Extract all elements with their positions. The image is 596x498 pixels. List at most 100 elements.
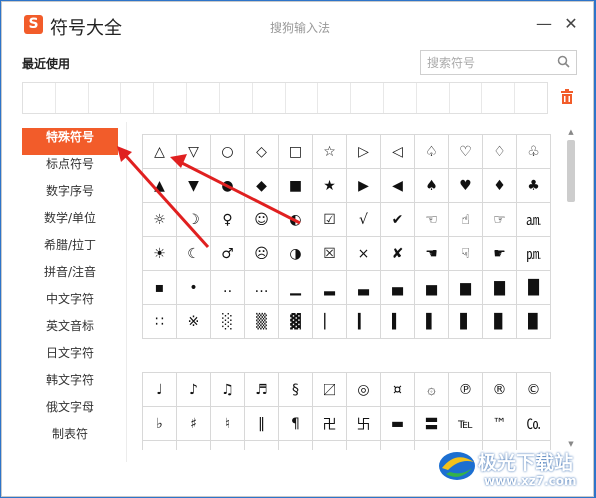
search-box[interactable] <box>420 50 577 75</box>
symbol-cell[interactable]: ♦ <box>483 169 517 203</box>
trash-icon[interactable] <box>560 89 574 104</box>
symbol-cell[interactable]: ♯ <box>177 407 211 441</box>
symbol-cell[interactable]: ○ <box>211 135 245 169</box>
symbol-cell[interactable]: ☜ <box>415 203 449 237</box>
symbol-cell[interactable]: ◇ <box>245 135 279 169</box>
symbol-cell[interactable]: ▪ <box>143 271 177 305</box>
symbol-cell[interactable]: ♂ <box>211 237 245 271</box>
symbol-cell[interactable]: ♀ <box>211 203 245 237</box>
recent-slot[interactable] <box>187 83 220 113</box>
recent-slot[interactable] <box>253 83 286 113</box>
recent-slot[interactable] <box>154 83 188 113</box>
symbol-cell[interactable]: ▄ <box>381 271 415 305</box>
symbol-cell[interactable]: ♡ <box>449 135 483 169</box>
symbol-cell[interactable]: ◀ <box>381 169 415 203</box>
category-item[interactable]: 标点符号 <box>22 155 118 182</box>
symbol-cell[interactable]: ℗ <box>449 373 483 407</box>
symbol-cell[interactable]: ◎ <box>347 373 381 407</box>
symbol-cell[interactable]: □ <box>279 135 313 169</box>
symbol-cell[interactable]: ☵ <box>313 441 347 450</box>
symbol-cell[interactable]: ※ <box>177 305 211 339</box>
scroll-up-icon[interactable]: ▲ <box>566 128 576 138</box>
symbol-cell[interactable]: ▉ <box>517 305 551 339</box>
symbol-cell[interactable]: ∷ <box>143 305 177 339</box>
category-item[interactable]: 特殊符号 <box>22 128 118 155</box>
symbol-cell[interactable]: ☰ <box>143 441 177 450</box>
minimize-button[interactable]: — <box>536 16 552 32</box>
symbol-cell[interactable]: ☟ <box>449 237 483 271</box>
symbol-cell[interactable]: ✘ <box>381 237 415 271</box>
category-item[interactable]: 制表符 <box>22 425 118 452</box>
category-item[interactable]: 韩文字符 <box>22 371 118 398</box>
symbol-cell[interactable]: ◐ <box>279 203 313 237</box>
symbol-cell[interactable]: ★ <box>313 169 347 203</box>
symbol-cell[interactable]: ▒ <box>245 305 279 339</box>
symbol-cell[interactable]: ▼ <box>177 169 211 203</box>
category-item[interactable]: 日文字符 <box>22 344 118 371</box>
recent-slot[interactable] <box>351 83 384 113</box>
symbol-cell[interactable]: 〓 <box>415 407 449 441</box>
symbol-cell[interactable]: ㏘ <box>517 237 551 271</box>
symbol-cell[interactable]: ▃ <box>347 271 381 305</box>
close-button[interactable]: ✕ <box>563 16 579 32</box>
symbol-cell[interactable]: ✔ <box>381 203 415 237</box>
category-item[interactable]: 数学/单位 <box>22 209 118 236</box>
symbol-cell[interactable]: ☞ <box>483 203 517 237</box>
symbol-cell[interactable]: ▎ <box>347 305 381 339</box>
symbol-cell[interactable]: √ <box>347 203 381 237</box>
symbol-cell[interactable]: ☽ <box>177 203 211 237</box>
symbol-cell[interactable]: ♠ <box>415 169 449 203</box>
symbol-cell[interactable]: ☚ <box>415 237 449 271</box>
symbol-cell[interactable]: ▅ <box>415 271 449 305</box>
symbol-cell[interactable]: ▏ <box>313 305 347 339</box>
symbol-cell[interactable]: ☒ <box>313 237 347 271</box>
symbol-cell[interactable]: ® <box>483 373 517 407</box>
recent-slot[interactable] <box>121 83 155 113</box>
category-item[interactable]: 英文音标 <box>22 317 118 344</box>
category-item[interactable]: 拼音/注音 <box>22 263 118 290</box>
symbol-cell[interactable]: ♫ <box>211 373 245 407</box>
symbol-cell[interactable]: § <box>279 373 313 407</box>
symbol-cell[interactable]: ▷ <box>347 135 381 169</box>
symbol-cell[interactable]: × <box>347 237 381 271</box>
symbol-cell[interactable]: ♭ <box>143 407 177 441</box>
symbol-cell[interactable]: ◑ <box>279 237 313 271</box>
symbol-cell[interactable]: ▁ <box>279 271 313 305</box>
recent-slot[interactable] <box>89 83 122 113</box>
symbol-cell[interactable]: ▆ <box>449 271 483 305</box>
symbol-cell[interactable]: ☴ <box>279 441 313 450</box>
recent-slot[interactable] <box>384 83 417 113</box>
symbol-cell[interactable]: ♣ <box>517 169 551 203</box>
symbol-cell[interactable]: ☑ <box>313 203 347 237</box>
symbol-cell[interactable]: ▂ <box>313 271 347 305</box>
symbol-cell[interactable]: ▋ <box>449 305 483 339</box>
symbol-cell[interactable]: ♪ <box>177 373 211 407</box>
symbol-cell[interactable]: ░ <box>211 305 245 339</box>
symbol-cell[interactable]: ♢ <box>483 135 517 169</box>
search-input[interactable] <box>421 51 551 74</box>
symbol-cell[interactable]: ◁ <box>381 135 415 169</box>
recent-slot[interactable] <box>515 83 547 113</box>
symbol-cell[interactable]: ▬ <box>381 407 415 441</box>
symbol-cell[interactable]: ▊ <box>483 305 517 339</box>
category-item[interactable]: 中文字符 <box>22 290 118 317</box>
symbol-cell[interactable]: ▲ <box>143 169 177 203</box>
symbol-cell[interactable]: ♬ <box>245 373 279 407</box>
recent-slot[interactable] <box>23 83 56 113</box>
symbol-cell[interactable]: ☛ <box>483 237 517 271</box>
category-item[interactable]: 希腊/拉丁 <box>22 236 118 263</box>
category-item[interactable]: 俄文字母 <box>22 398 118 425</box>
symbol-cell[interactable]: △ <box>143 135 177 169</box>
symbol-cell[interactable]: █ <box>517 271 551 305</box>
symbol-cell[interactable]: ™ <box>483 407 517 441</box>
recent-slot[interactable] <box>220 83 253 113</box>
symbol-cell[interactable]: ‖ <box>245 407 279 441</box>
symbol-cell[interactable]: ㏂ <box>517 203 551 237</box>
symbol-cell[interactable]: ☹ <box>245 237 279 271</box>
symbol-cell[interactable]: ☳ <box>245 441 279 450</box>
search-icon[interactable] <box>557 55 570 68</box>
symbol-cell[interactable]: ☲ <box>211 441 245 450</box>
symbol-cell[interactable]: ▽ <box>177 135 211 169</box>
symbol-cell[interactable]: ‥ <box>211 271 245 305</box>
scrollbar[interactable]: ▲ ▼ <box>566 128 576 452</box>
